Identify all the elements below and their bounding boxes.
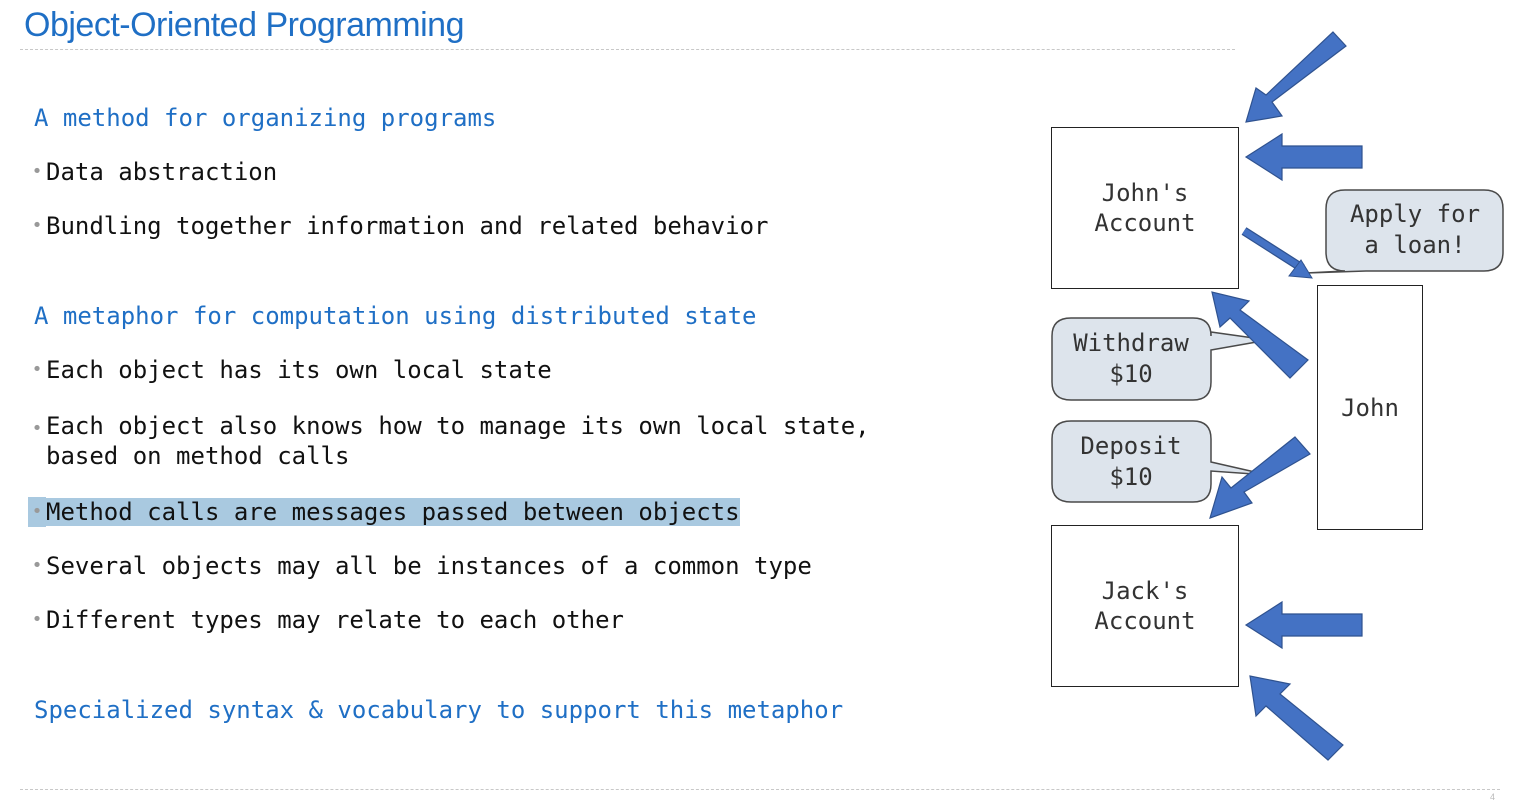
arrow-top-horizontal bbox=[1244, 132, 1363, 182]
apply-loan-text: Apply for a loan! bbox=[1349, 200, 1481, 259]
arrow-top-diagonal bbox=[1245, 31, 1347, 123]
withdraw-text: Withdraw $10 bbox=[1073, 329, 1189, 388]
arrow-bottom-horizontal bbox=[1244, 600, 1363, 650]
deposit-text: Deposit $10 bbox=[1080, 432, 1182, 491]
footer-divider bbox=[20, 789, 1500, 790]
account-to-john-arrow bbox=[1241, 227, 1313, 279]
johns-account-box: John's Account bbox=[1051, 127, 1239, 289]
arrow-bottom-diagonal bbox=[1249, 675, 1344, 761]
john-box: John bbox=[1317, 285, 1423, 530]
arrow-deposit bbox=[1209, 436, 1311, 519]
object-diagram bbox=[1051, 31, 1504, 761]
jacks-account-box: Jack's Account bbox=[1051, 525, 1239, 687]
